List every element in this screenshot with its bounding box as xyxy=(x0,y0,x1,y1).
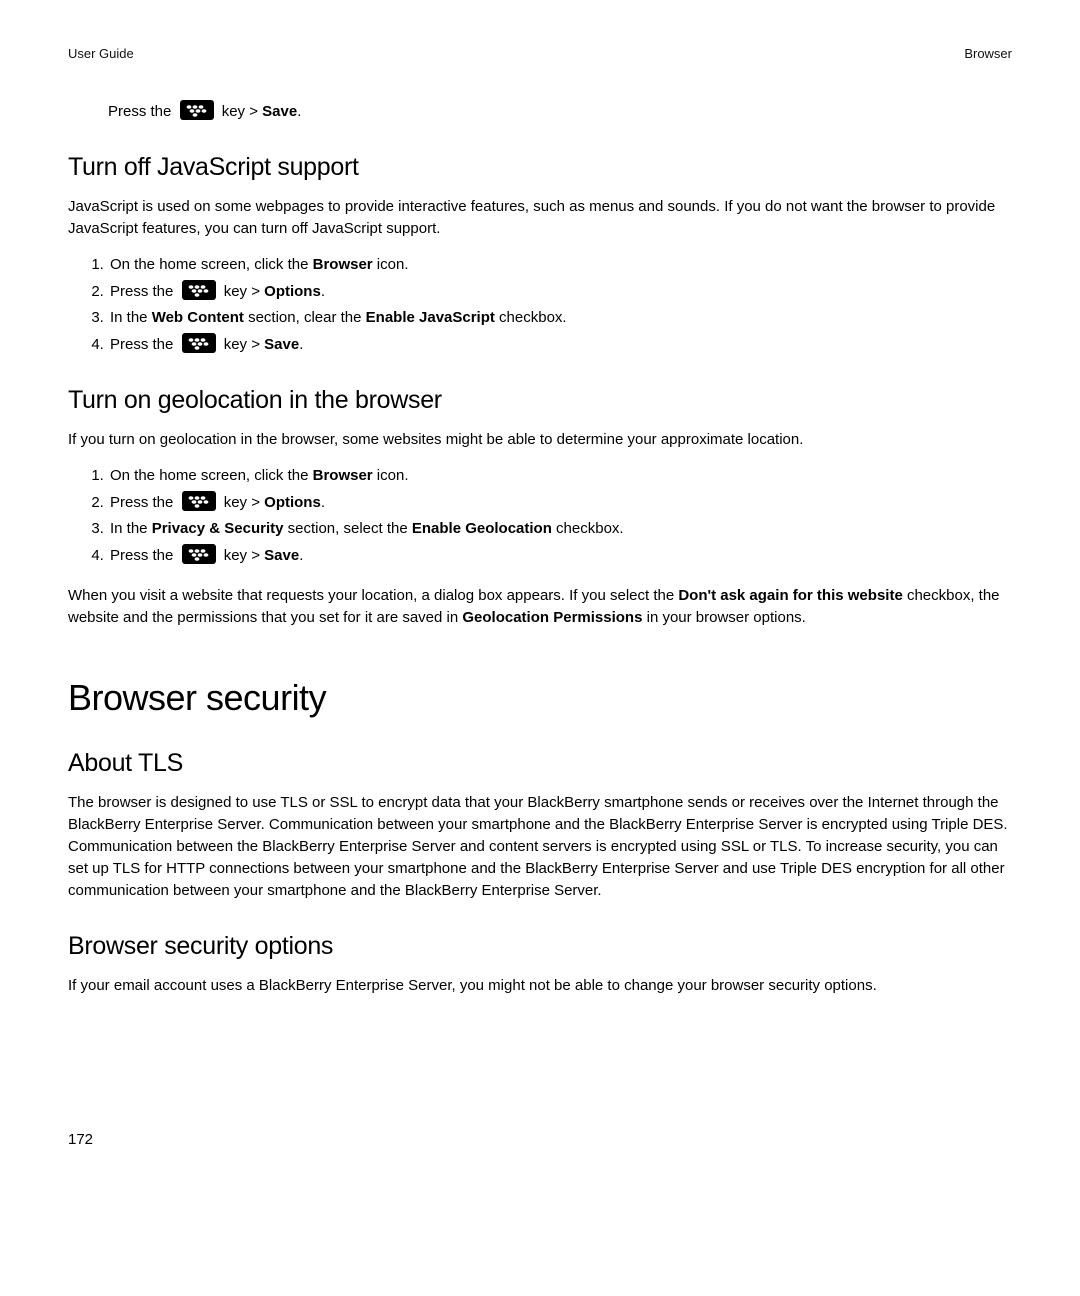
paragraph: If your email account uses a BlackBerry … xyxy=(68,975,1012,997)
list-item: Press the key > Save. xyxy=(108,333,1012,356)
text: . xyxy=(299,547,303,564)
list-item: In the Web Content section, clear the En… xyxy=(108,307,1012,329)
privacy-security-label: Privacy & Security xyxy=(152,520,284,537)
list-item: On the home screen, click the Browser ic… xyxy=(108,254,1012,276)
text: Press the xyxy=(110,547,173,564)
list-item: Press the key > Options. xyxy=(108,491,1012,514)
geolocation-permissions-label: Geolocation Permissions xyxy=(462,609,642,626)
text: key > xyxy=(224,494,264,511)
text: When you visit a website that requests y… xyxy=(68,587,678,604)
text: . xyxy=(321,494,325,511)
content: Press the key > Save. Turn off JavaScrip… xyxy=(68,100,1012,997)
text: In the xyxy=(110,520,152,537)
text: key > xyxy=(224,283,264,300)
heading-browser-security: Browser security xyxy=(68,677,1012,719)
paragraph: When you visit a website that requests y… xyxy=(68,585,1012,629)
options-label: Options xyxy=(264,283,321,300)
enable-geolocation-label: Enable Geolocation xyxy=(412,520,552,537)
list-item: Press the key > Save. xyxy=(108,544,1012,567)
paragraph: JavaScript is used on some webpages to p… xyxy=(68,196,1012,240)
text: in your browser options. xyxy=(642,609,805,626)
heading-about-tls: About TLS xyxy=(68,749,1012,778)
text: On the home screen, click the xyxy=(110,467,313,484)
list-item: In the Privacy & Security section, selec… xyxy=(108,518,1012,540)
text: Press the xyxy=(110,336,173,353)
paragraph: The browser is designed to use TLS or SS… xyxy=(68,792,1012,902)
browser-label: Browser xyxy=(313,467,373,484)
text: icon. xyxy=(373,467,409,484)
save-label: Save xyxy=(264,547,299,564)
list-item: Press the key > Options. xyxy=(108,280,1012,303)
text: . xyxy=(297,103,301,120)
text: key > xyxy=(224,336,264,353)
options-label: Options xyxy=(264,494,321,511)
browser-label: Browser xyxy=(313,256,373,273)
menu-key-icon xyxy=(182,544,216,564)
steps-list: On the home screen, click the Browser ic… xyxy=(68,254,1012,356)
page: User Guide Browser Press the key > Save.… xyxy=(0,0,1080,1296)
text: . xyxy=(299,336,303,353)
header-left: User Guide xyxy=(68,46,134,61)
paragraph: If you turn on geolocation in the browse… xyxy=(68,429,1012,451)
menu-key-icon xyxy=(180,100,214,120)
text: icon. xyxy=(373,256,409,273)
text: key > xyxy=(222,103,262,120)
enable-javascript-label: Enable JavaScript xyxy=(366,309,495,326)
menu-key-icon xyxy=(182,280,216,300)
text: Press the xyxy=(110,494,173,511)
text: In the xyxy=(110,309,152,326)
save-label: Save xyxy=(264,336,299,353)
dont-ask-again-label: Don't ask again for this website xyxy=(678,587,902,604)
heading-turn-on-geolocation: Turn on geolocation in the browser xyxy=(68,386,1012,415)
list-item: On the home screen, click the Browser ic… xyxy=(108,465,1012,487)
text: On the home screen, click the xyxy=(110,256,313,273)
text: checkbox. xyxy=(552,520,624,537)
web-content-label: Web Content xyxy=(152,309,244,326)
menu-key-icon xyxy=(182,491,216,511)
save-label: Save xyxy=(262,103,297,120)
residual-press-save: Press the key > Save. xyxy=(108,100,1012,123)
text: section, select the xyxy=(283,520,411,537)
text: key > xyxy=(224,547,264,564)
heading-turn-off-javascript: Turn off JavaScript support xyxy=(68,153,1012,182)
page-number: 172 xyxy=(68,1131,93,1148)
menu-key-icon xyxy=(182,333,216,353)
text: . xyxy=(321,283,325,300)
heading-browser-security-options: Browser security options xyxy=(68,932,1012,961)
text: checkbox. xyxy=(495,309,567,326)
text: Press the xyxy=(110,283,173,300)
text: Press the xyxy=(108,103,171,120)
steps-list: On the home screen, click the Browser ic… xyxy=(68,465,1012,567)
text: section, clear the xyxy=(244,309,366,326)
header-right: Browser xyxy=(964,46,1012,61)
